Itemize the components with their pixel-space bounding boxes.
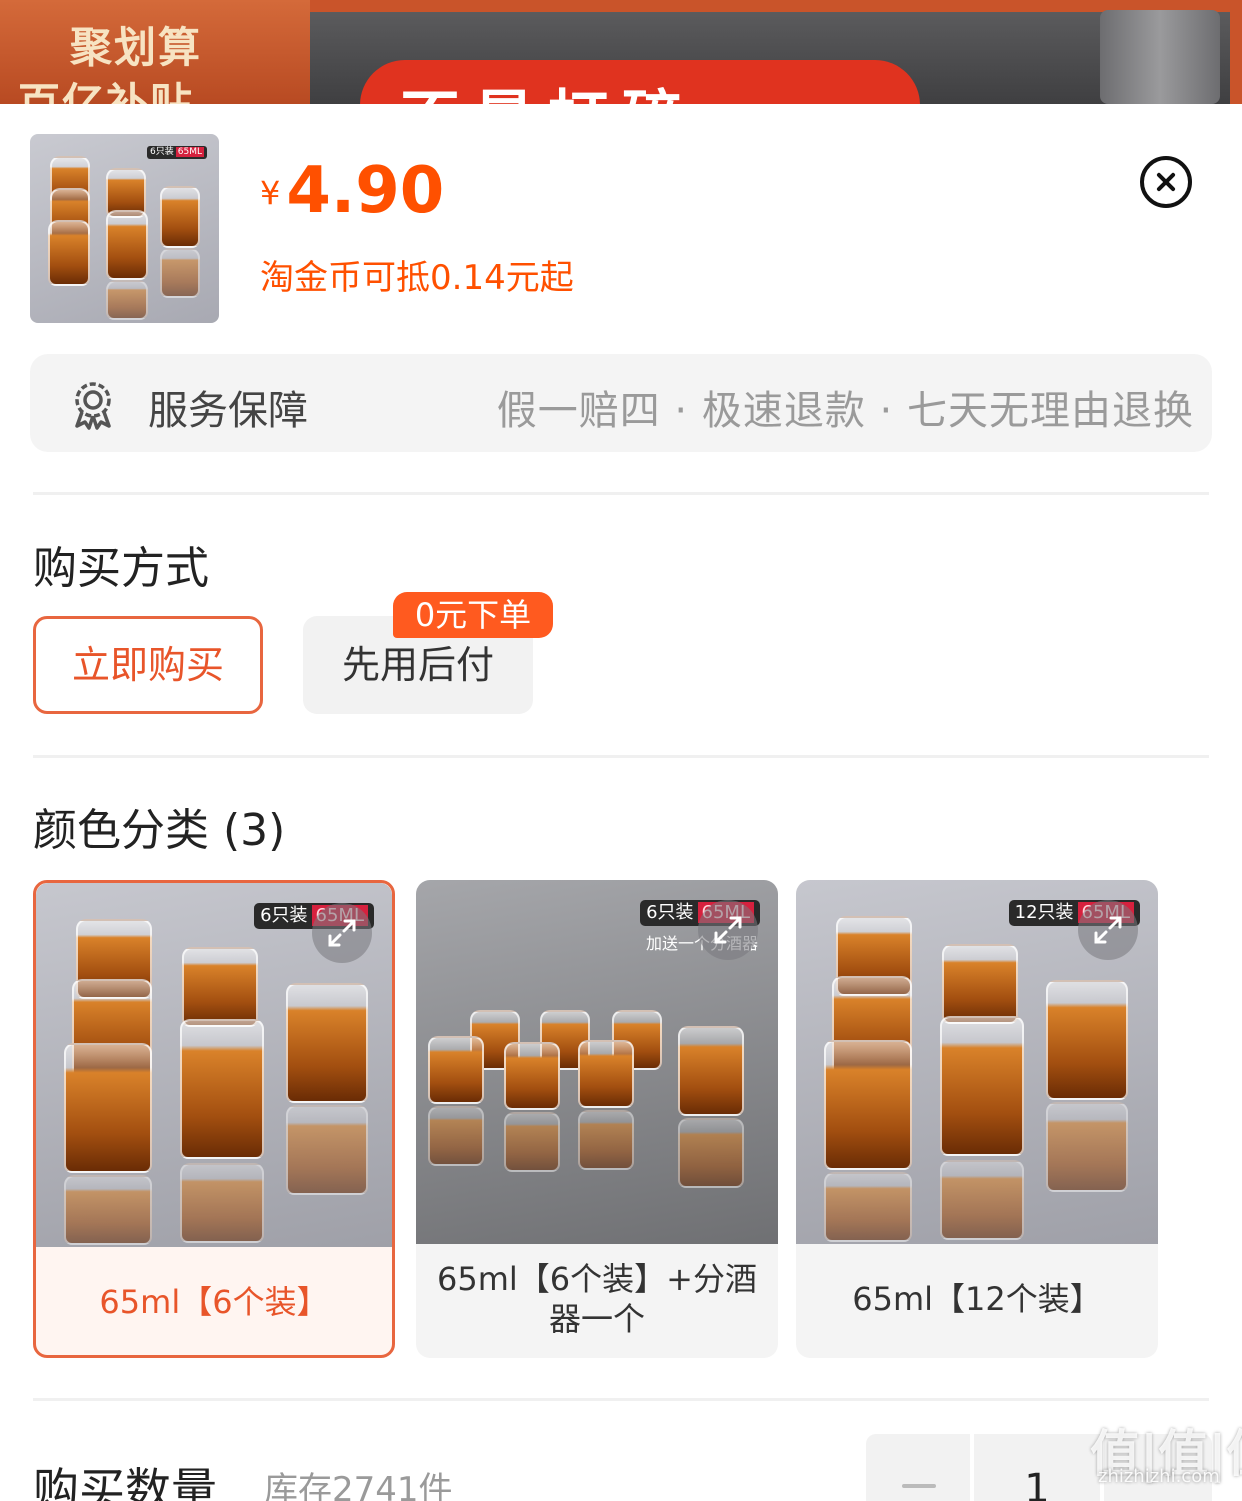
divider [33,1398,1209,1401]
glass-reflection [824,1172,912,1242]
banner-headline: 不是打碎 [400,70,696,104]
glass-image [942,944,1018,1024]
glass-reflection [286,1105,368,1195]
quantity-title: 购买数量 [33,1463,217,1501]
buy-now-option[interactable]: 立即购买 [33,616,263,714]
glass-image [106,210,148,280]
service-guarantee-row[interactable]: 服务保障 假一赔四 · 极速退款 · 七天无理由退换 [30,354,1212,452]
expand-icon[interactable] [698,900,758,960]
glass-image [48,220,90,286]
glass-reflection [106,280,148,320]
pay-later-badge: 0元下单 [393,592,553,638]
divider [33,492,1209,495]
variant-image: 12只装65ML [796,880,1158,1244]
glass-reflection [428,1106,484,1166]
variant-option-6pack[interactable]: 6只装65ML 65ml【6个装】 [33,880,395,1358]
variant-title: 颜色分类 (3) [33,805,286,856]
variant-label: 65ml【6个装】+分酒器一个 [437,1260,757,1338]
price-amount: 4.90 [286,154,445,228]
decanter-image [678,1026,744,1116]
glass-reflection [504,1112,560,1172]
variant-label: 65ml【6个装】 [99,1283,329,1321]
variant-image: 6只装65ML [36,883,392,1247]
top-banner: 聚划算 百亿补贴 不是打碎 [0,0,1242,104]
glass-image [940,1016,1024,1156]
variant-option-6pack-decanter[interactable]: 6只装65ML 加送一个分酒器 65ml【6个装】+分酒器一个 [416,880,778,1358]
decanter-reflection [678,1118,744,1188]
glass-image [428,1036,484,1104]
currency-symbol: ¥ [260,174,281,212]
thumb-tag: 6只装 65ML [147,146,207,159]
glass-reflection [64,1175,152,1245]
expand-icon[interactable] [1078,900,1138,960]
banner-bottle-image [1100,10,1220,104]
glass-image [180,1019,264,1159]
glass-image [504,1042,560,1110]
glass-image [1046,980,1128,1100]
product-thumbnail[interactable]: 6只装 65ML [30,134,219,323]
variant-option-12pack[interactable]: 12只装65ML 65ml【12个装】 [796,880,1158,1358]
banner-line-2: 百亿补贴 [18,79,195,104]
service-title: 服务保障 [148,388,308,434]
banner-line-1: 聚划算 [70,23,203,72]
purchase-method-title: 购买方式 [33,543,209,594]
service-items: 假一赔四 · 极速退款 · 七天无理由退换 [496,388,1194,434]
glass-reflection [940,1160,1024,1240]
expand-icon[interactable] [312,903,372,963]
glass-image [182,947,258,1027]
stock-count: 库存2741件 [264,1470,453,1501]
glass-reflection [578,1110,634,1170]
variant-label: 65ml【12个装】 [852,1280,1102,1318]
price: ¥4.90 [260,154,444,228]
quantity-value[interactable]: 1 [974,1434,1100,1501]
glass-image [64,1043,152,1173]
divider [33,755,1209,758]
glass-image [286,983,368,1103]
quantity-decrease-button[interactable] [866,1434,970,1501]
variant-image: 6只装65ML 加送一个分酒器 [416,880,778,1244]
glass-reflection [160,248,200,298]
glass-image [578,1040,634,1108]
glass-reflection [180,1163,264,1243]
close-button[interactable] [1140,156,1192,208]
coin-discount-note: 淘金币可抵0.14元起 [260,258,574,298]
glass-image [824,1040,912,1170]
watermark-url: zhizhizhi.com [1098,1466,1220,1487]
sku-sheet: 6只装 65ML ¥4.90 淘金币可抵0.14元起 服务保障 假一赔四 · 极速… [0,104,1242,1501]
glass-image [160,186,200,248]
glass-reflection [1046,1102,1128,1192]
badge-icon [75,382,111,430]
